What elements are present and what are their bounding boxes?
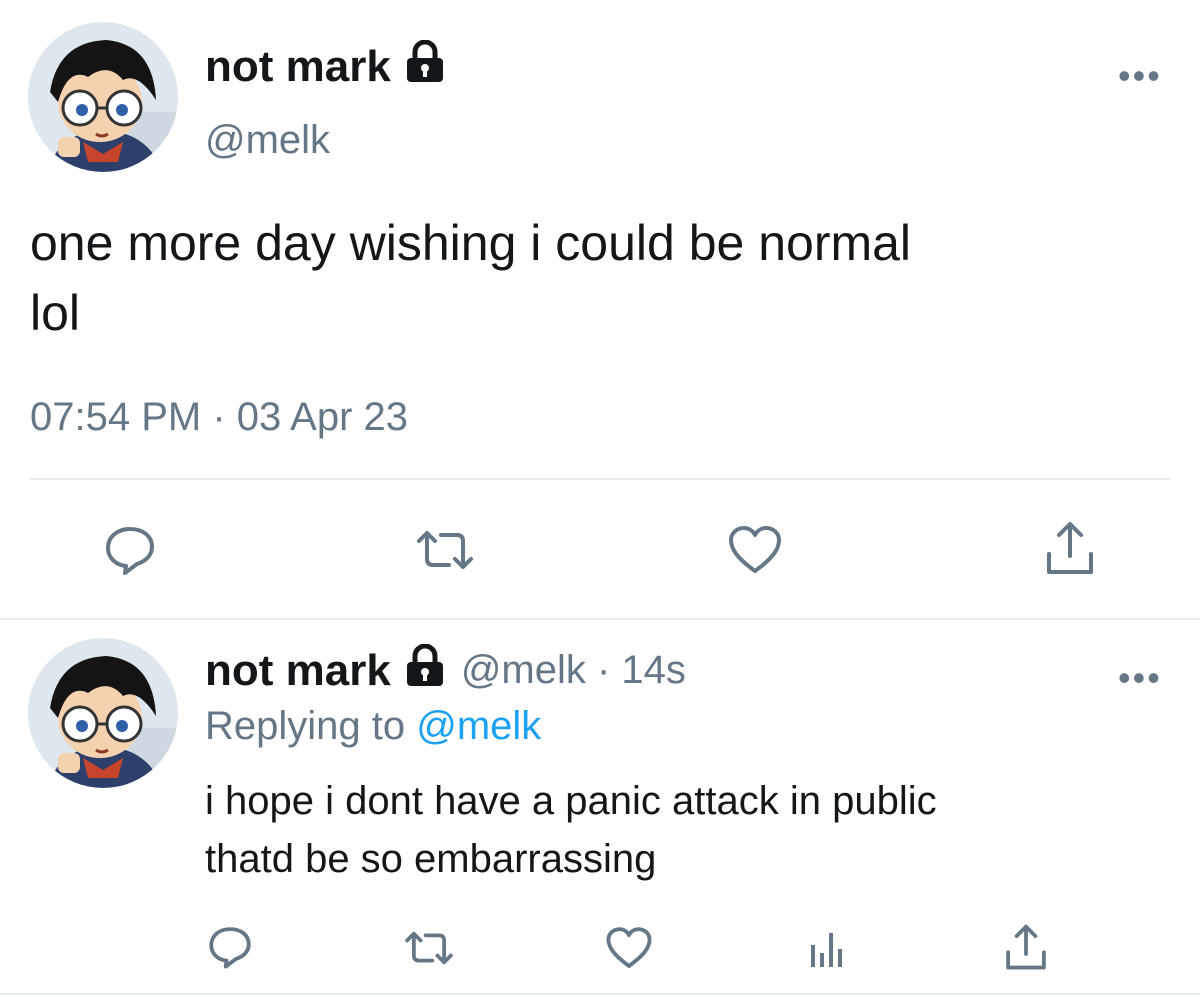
tweet-text-line: one more day wishing i could be normal: [30, 215, 912, 271]
replying-to: Replying to @melk: [205, 704, 541, 749]
more-options-icon[interactable]: •••: [1118, 58, 1162, 94]
lock-icon: [403, 39, 447, 93]
like-button[interactable]: [725, 520, 785, 580]
tweet-text-line: i hope i dont have a panic attack in pub…: [205, 779, 937, 823]
avatar[interactable]: [28, 22, 178, 172]
divider: [0, 618, 1200, 620]
retweet-icon: [417, 531, 473, 569]
divider: [0, 993, 1200, 995]
timestamp[interactable]: 07:54 PM · 03 Apr 23: [30, 395, 408, 440]
reply-header: not mark @melk · 14s: [205, 643, 686, 697]
retweet-button[interactable]: [400, 924, 458, 972]
share-button[interactable]: [1002, 922, 1050, 974]
handle[interactable]: @melk: [205, 118, 330, 163]
analytics-icon: [811, 933, 842, 967]
like-icon: [606, 927, 652, 968]
like-button[interactable]: [604, 924, 654, 972]
reply-button[interactable]: [100, 520, 160, 580]
reply-tweet-text: i hope i dont have a panic attack in pub…: [205, 772, 937, 888]
reply-button[interactable]: [205, 922, 255, 972]
share-icon: [1047, 522, 1093, 574]
more-options-icon[interactable]: •••: [1118, 660, 1162, 696]
avatar[interactable]: [28, 638, 178, 788]
replying-to-label: Replying to: [205, 704, 406, 748]
display-name-text: not mark: [205, 41, 391, 91]
analytics-button[interactable]: [804, 926, 850, 972]
retweet-button[interactable]: [410, 520, 480, 580]
share-button[interactable]: [1040, 518, 1100, 580]
divider: [30, 478, 1170, 480]
share-icon: [1006, 924, 1046, 970]
tweet-text-line: lol: [30, 285, 81, 341]
like-icon: [729, 526, 781, 573]
reply-icon: [106, 527, 154, 575]
reply-icon: [209, 927, 251, 969]
avatar-image: [28, 638, 178, 788]
replying-to-handle-link[interactable]: @melk: [416, 704, 541, 748]
display-name[interactable]: not mark: [205, 39, 447, 93]
handle-time[interactable]: @melk · 14s: [461, 648, 686, 693]
retweet-icon: [405, 931, 453, 965]
lock-icon: [403, 643, 447, 697]
avatar-image: [28, 22, 178, 172]
tweet-text: one more day wishing i could be normal l…: [30, 208, 911, 348]
tweet-text-line: thatd be so embarrassing: [205, 837, 657, 881]
display-name-text[interactable]: not mark: [205, 646, 391, 696]
